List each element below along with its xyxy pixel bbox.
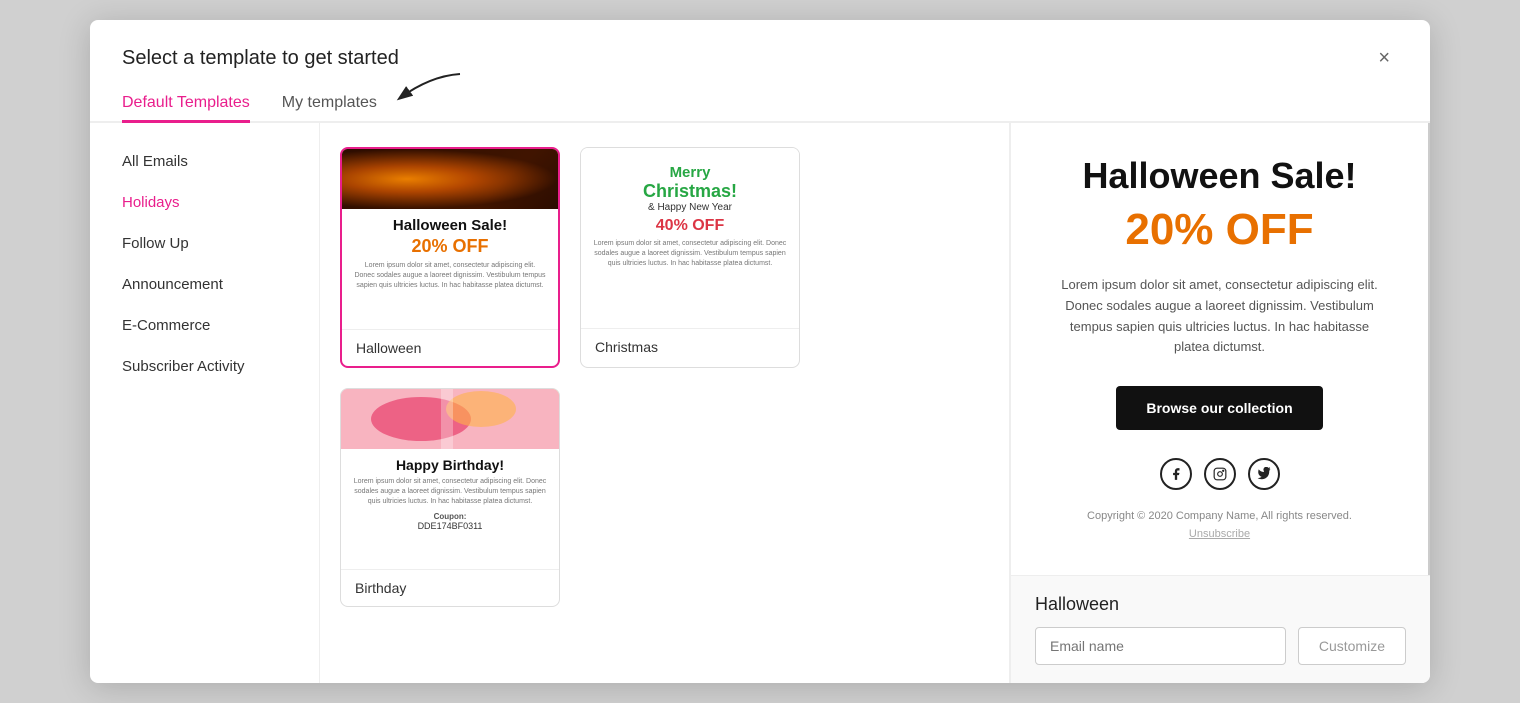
preview-title: Halloween Sale!	[1051, 155, 1388, 197]
halloween-lorem: Lorem ipsum dolor sit amet, consectetur …	[354, 261, 546, 290]
close-button[interactable]: ×	[1370, 44, 1398, 72]
tabs-row: Default Templates My templates	[90, 84, 1430, 123]
twitter-icon	[1248, 458, 1280, 490]
birthday-heading: Happy Birthday!	[353, 457, 547, 473]
halloween-image-bar	[342, 149, 558, 209]
preview-actions: Customize	[1035, 627, 1406, 665]
christmas-discount: 40% OFF	[593, 217, 787, 235]
halloween-image	[342, 149, 558, 209]
christmas-lorem: Lorem ipsum dolor sit amet, consectetur …	[593, 239, 787, 268]
card-preview-christmas: Merry Christmas! & Happy New Year 40% OF…	[581, 148, 799, 328]
modal-title: Select a template to get started	[122, 47, 399, 70]
sidebar-item-follow-up[interactable]: Follow Up	[90, 223, 319, 264]
halloween-label: Halloween	[342, 329, 558, 366]
sidebar-item-holidays[interactable]: Holidays	[90, 182, 319, 223]
card-preview-birthday: Happy Birthday! Lorem ipsum dolor sit am…	[341, 389, 559, 569]
christmas-heading: Christmas!	[593, 181, 787, 202]
email-name-input[interactable]	[1035, 627, 1286, 665]
birthday-content: Happy Birthday! Lorem ipsum dolor sit am…	[341, 449, 559, 539]
birthday-lorem: Lorem ipsum dolor sit amet, consectetur …	[353, 477, 547, 506]
halloween-content: Halloween Sale! 20% OFF Lorem ipsum dolo…	[342, 209, 558, 298]
birthday-label: Birthday	[341, 569, 559, 606]
template-card-halloween[interactable]: Halloween Sale! 20% OFF Lorem ipsum dolo…	[340, 147, 560, 368]
preview-name-label: Halloween	[1035, 594, 1406, 615]
sidebar-item-subscriber-activity[interactable]: Subscriber Activity	[90, 346, 319, 387]
christmas-label: Christmas	[581, 328, 799, 365]
tab-my-templates[interactable]: My templates	[282, 86, 377, 123]
sidebar-item-ecommerce[interactable]: E-Commerce	[90, 305, 319, 346]
preview-footer-text: Copyright © 2020 Company Name, All right…	[1051, 510, 1388, 522]
template-card-birthday[interactable]: Happy Birthday! Lorem ipsum dolor sit am…	[340, 388, 560, 607]
preview-content: Halloween Sale! 20% OFF Lorem ipsum dolo…	[1011, 123, 1428, 575]
sidebar-item-announcement[interactable]: Announcement	[90, 264, 319, 305]
halloween-discount: 20% OFF	[354, 236, 546, 257]
birthday-coupon-code: DDE174BF0311	[353, 521, 547, 531]
social-icons	[1051, 458, 1388, 490]
preview-unsubscribe[interactable]: Unsubscribe	[1051, 528, 1388, 540]
modal-dialog: Select a template to get started × Defau…	[90, 20, 1430, 683]
preview-name-section: Halloween Customize	[1011, 575, 1430, 683]
tab-default-templates[interactable]: Default Templates	[122, 86, 250, 123]
preview-scroll[interactable]: Halloween Sale! 20% OFF Lorem ipsum dolo…	[1011, 123, 1430, 575]
modal-body: All Emails Holidays Follow Up Announceme…	[90, 123, 1430, 683]
birthday-decoration	[341, 389, 559, 449]
preview-panel: Halloween Sale! 20% OFF Lorem ipsum dolo…	[1010, 123, 1430, 683]
christmas-merry: Merry	[593, 164, 787, 181]
halloween-heading: Halloween Sale!	[354, 217, 546, 234]
instagram-icon	[1204, 458, 1236, 490]
birthday-coupon-label: Coupon:	[353, 512, 547, 521]
template-card-christmas[interactable]: Merry Christmas! & Happy New Year 40% OF…	[580, 147, 800, 368]
arrow-annotation	[380, 66, 470, 106]
birthday-image-bar	[341, 389, 559, 449]
card-preview-halloween: Halloween Sale! 20% OFF Lorem ipsum dolo…	[342, 149, 558, 329]
sidebar-item-all-emails[interactable]: All Emails	[90, 141, 319, 182]
christmas-content: Merry Christmas! & Happy New Year 40% OF…	[581, 148, 799, 276]
preview-lorem: Lorem ipsum dolor sit amet, consectetur …	[1051, 275, 1388, 358]
preview-discount: 20% OFF	[1051, 205, 1388, 255]
template-grid: Halloween Sale! 20% OFF Lorem ipsum dolo…	[320, 123, 1010, 683]
christmas-subheading: & Happy New Year	[593, 202, 787, 213]
sidebar: All Emails Holidays Follow Up Announceme…	[90, 123, 320, 683]
facebook-icon	[1160, 458, 1192, 490]
browse-collection-button[interactable]: Browse our collection	[1116, 386, 1322, 430]
modal-header: Select a template to get started ×	[90, 20, 1430, 72]
customize-button[interactable]: Customize	[1298, 627, 1406, 665]
